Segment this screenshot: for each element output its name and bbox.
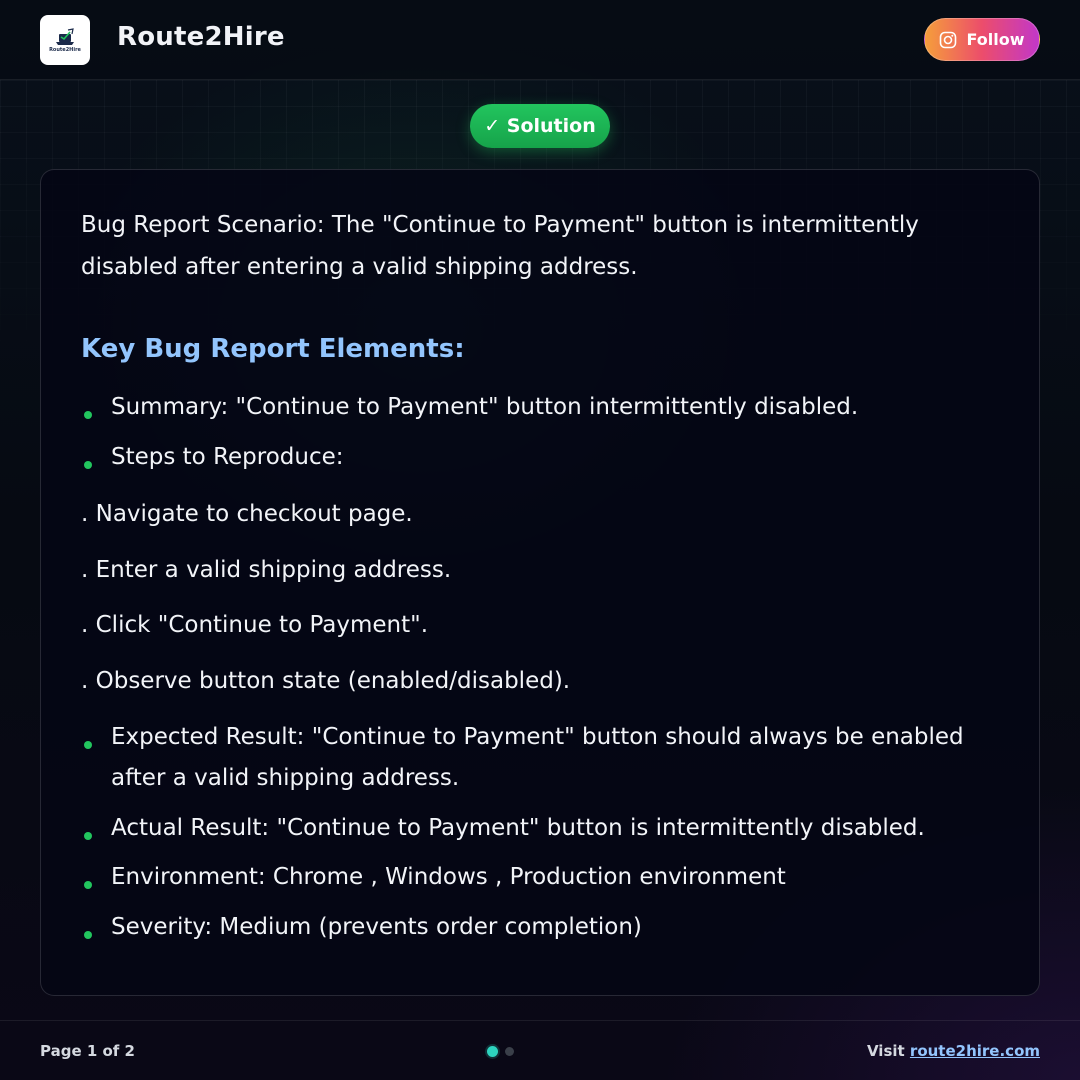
- page-indicator: Page 1 of 2: [40, 1042, 135, 1060]
- brand-name: Route2Hire: [117, 22, 285, 52]
- content-card: Bug Report Scenario: The "Continue to Pa…: [40, 169, 1040, 996]
- logo: Route2Hire: [40, 15, 90, 65]
- step-item-1: . Navigate to checkout page.: [81, 501, 413, 527]
- follow-button[interactable]: Follow: [924, 18, 1040, 61]
- page-dot-1[interactable]: [487, 1046, 498, 1057]
- step-item-3: . Click "Continue to Payment".: [81, 612, 429, 638]
- bullet-dot: [84, 832, 92, 840]
- bullet-dot: [84, 461, 92, 469]
- step-item-2: . Enter a valid shipping address.: [81, 557, 452, 583]
- bullet-dot: [84, 931, 92, 939]
- scenario-text: Bug Report Scenario: The "Continue to Pa…: [81, 212, 919, 280]
- list-item-steps: Steps to Reproduce:: [81, 437, 991, 478]
- bullet-dot: [84, 411, 92, 419]
- step-item-4: . Observe button state (enabled/disabled…: [81, 668, 571, 694]
- route2hire-logo-icon: [56, 27, 74, 45]
- instagram-icon: [940, 31, 957, 48]
- logo-text: Route2Hire: [49, 46, 81, 53]
- follow-label: Follow: [966, 30, 1025, 49]
- list-item-actual: Actual Result: "Continue to Payment" but…: [81, 808, 991, 849]
- list-item-summary: Summary: "Continue to Payment" button in…: [81, 387, 991, 428]
- visit-text: Visit route2hire.com: [867, 1042, 1040, 1060]
- footer: Page 1 of 2 Visit route2hire.com: [0, 1020, 1080, 1080]
- bullet-dot: [84, 881, 92, 889]
- section-title: Key Bug Report Elements:: [81, 334, 465, 364]
- website-link[interactable]: route2hire.com: [910, 1042, 1040, 1060]
- top-bar: Route2Hire Route2Hire Follow: [0, 0, 1080, 80]
- list-item-environment: Environment: Chrome , Windows , Producti…: [81, 857, 991, 898]
- page-dot-2[interactable]: [505, 1047, 514, 1056]
- list-item-expected: Expected Result: "Continue to Payment" b…: [81, 717, 991, 799]
- bullet-dot: [84, 741, 92, 749]
- list-item-severity: Severity: Medium (prevents order complet…: [81, 907, 991, 948]
- solution-badge: ✓ Solution: [470, 104, 610, 148]
- pagination-dots: [487, 1046, 514, 1057]
- visit-prefix: Visit: [866, 1042, 905, 1060]
